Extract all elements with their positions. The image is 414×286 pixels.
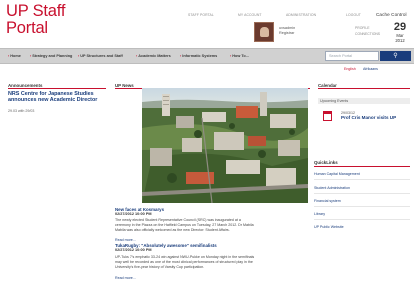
campus-aerial-photo [142, 88, 308, 203]
search-input[interactable]: Search Portal [325, 51, 379, 61]
nav-item-home[interactable]: ›Home [8, 54, 21, 58]
quicklink-library[interactable]: Library [314, 212, 325, 216]
nav-item-informatic[interactable]: ›Informatic Systems [180, 54, 217, 58]
quicklink-public-website[interactable]: UP Public Website [314, 225, 344, 229]
cache-control-link[interactable]: Cache Control [376, 12, 407, 17]
calendar-divider [318, 88, 410, 89]
user-role: Registrar [279, 31, 295, 35]
announcement-title[interactable]: NRS Centre for Japanese Studies announce… [8, 91, 106, 103]
nav-item-academic[interactable]: ›Academic Matters [136, 54, 171, 58]
profile-link[interactable]: PROFILE [355, 26, 370, 30]
news-item-date: 02/27/2012 10:00 PM [115, 248, 152, 252]
quicklink-separator [314, 206, 410, 207]
news-item-date: 02/27/2012 10:00 PM [115, 212, 152, 216]
top-utility-nav: STAFF PORTAL MY ACCOUNT ADMINISTRATION L… [188, 12, 410, 21]
quicklinks-divider [314, 166, 410, 167]
quicklink-student-admin[interactable]: Student Administration [314, 186, 350, 190]
upcoming-events-label: Upcoming Events [318, 98, 410, 104]
nav-item-structures[interactable]: ›UP Structures and Staff [78, 54, 123, 58]
quicklink-human-capital[interactable]: Human Capital Management [314, 172, 360, 176]
read-more-link[interactable]: Read more... [115, 238, 136, 242]
quicklink-separator [314, 193, 410, 194]
user-name: uvsadmin [279, 26, 296, 30]
nav-item-howto[interactable]: ›How To... [230, 54, 249, 58]
search-button[interactable]: ⚲ [380, 51, 411, 61]
announcements-divider [8, 88, 106, 89]
news-item-body: The newly elected Student Representative… [115, 218, 254, 232]
logo-line-2: Portal [6, 19, 48, 37]
logo-line-1: UP Staff [6, 2, 66, 20]
connections-link[interactable]: CONNECTIONS [355, 32, 380, 36]
quicklink-financial[interactable]: Financial system [314, 199, 341, 203]
nav-item-strategy[interactable]: ›Strategy and Planning [30, 54, 72, 58]
quicklink-separator [314, 219, 410, 220]
user-avatar[interactable] [254, 22, 274, 42]
quicklink-separator [314, 179, 410, 180]
announcement-date: 29.03 with 29/03 [8, 109, 35, 113]
news-item-body: UP-Tuks 7's emphatic 33-24 win against N… [115, 255, 255, 269]
search-icon: ⚲ [393, 53, 398, 59]
language-afrikaans[interactable]: Afrikaans [363, 67, 378, 71]
calendar-icon [323, 111, 332, 121]
quicklinks-heading: QuickLinks [314, 160, 338, 165]
my-account-link[interactable]: MY ACCOUNT [238, 13, 262, 17]
event-link[interactable]: Prof Cris Manor visits UP [341, 115, 396, 120]
portal-logo[interactable]: UP Staff Portal [6, 3, 65, 37]
staff-portal-link[interactable]: STAFF PORTAL [188, 13, 214, 17]
logout-link[interactable]: LOGOUT [346, 13, 361, 17]
date-display: 29 Mar 2012 [388, 21, 412, 44]
read-more-link[interactable]: Read more... [115, 276, 136, 280]
date-year: 2012 [395, 38, 405, 43]
administration-link[interactable]: ADMINISTRATION [286, 13, 316, 17]
date-day: 29 [393, 21, 407, 33]
language-english[interactable]: English [344, 67, 356, 71]
